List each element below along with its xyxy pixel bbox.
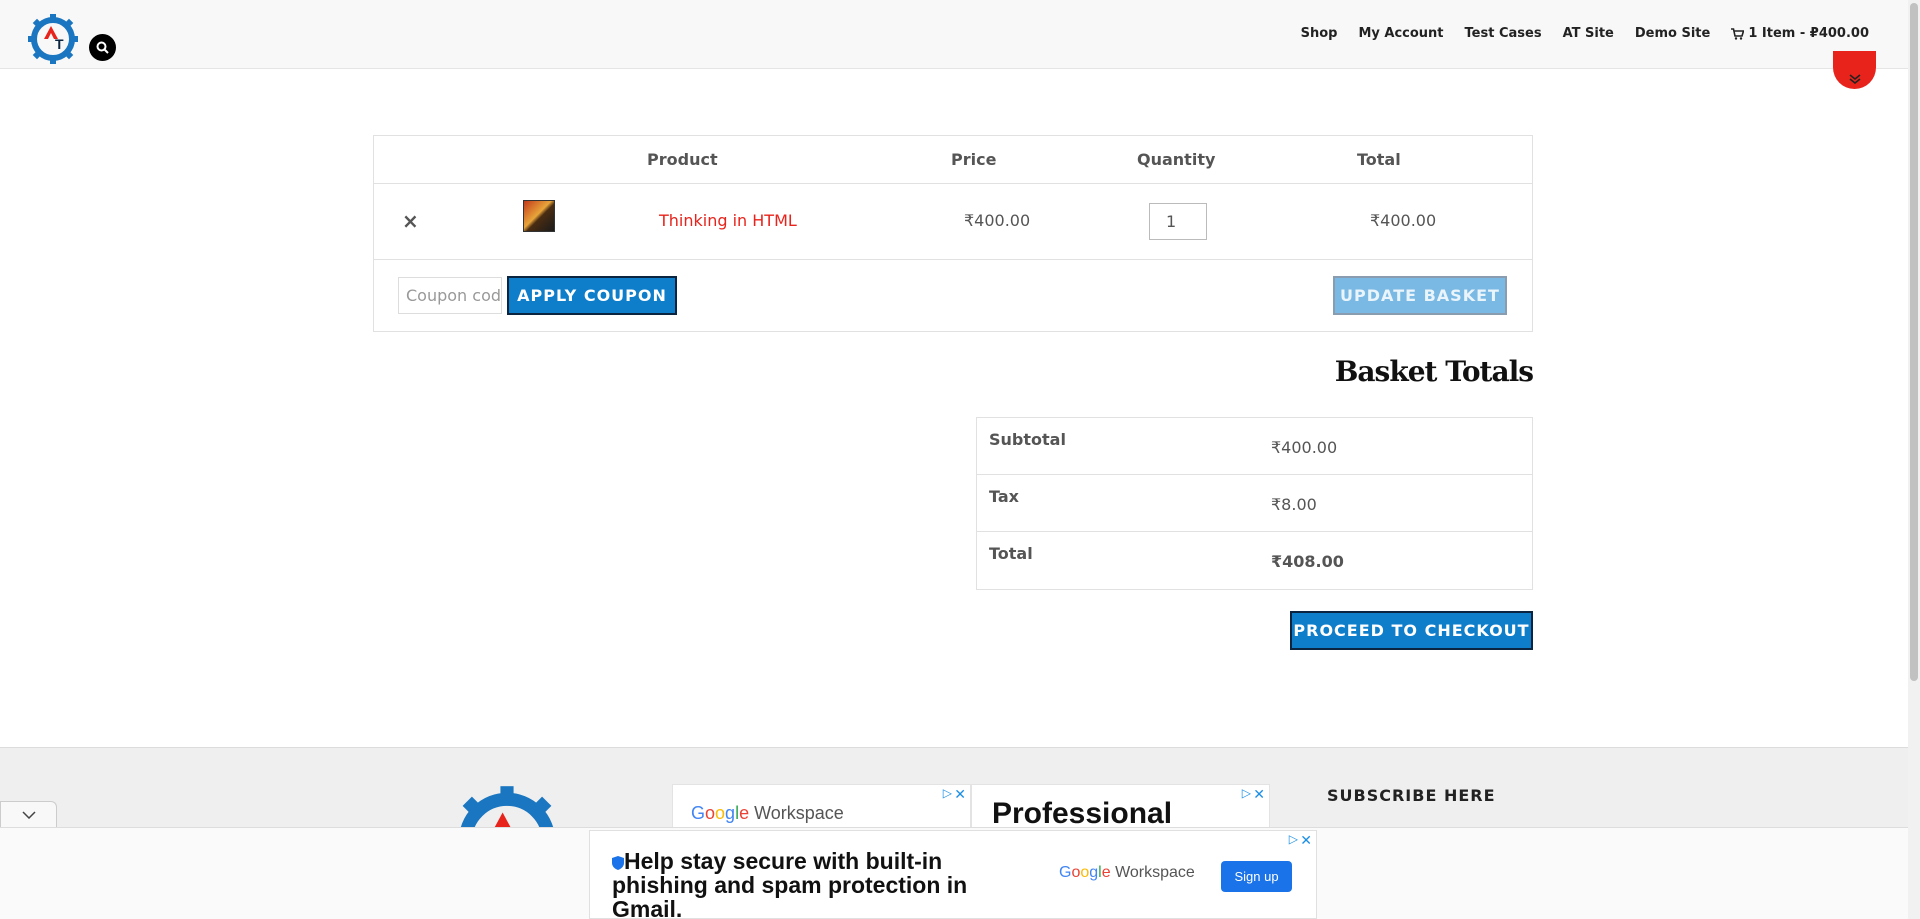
- double-chevron-down-icon: [1849, 74, 1860, 84]
- cart-summary: 1 Item - ₽400.00: [1748, 26, 1869, 41]
- column-product: Product: [647, 150, 718, 169]
- update-basket-button[interactable]: UPDATE BASKET: [1333, 276, 1507, 315]
- cart-table-header: Product Price Quantity Total: [374, 136, 1532, 184]
- column-quantity: Quantity: [1137, 150, 1216, 169]
- proceed-to-checkout-button[interactable]: PROCEED TO CHECKOUT: [1290, 611, 1533, 650]
- remove-item-button[interactable]: ×: [402, 209, 419, 233]
- nav-my-account[interactable]: My Account: [1358, 26, 1443, 41]
- anchor-ad-headline: Help stay secure with built-in phishing …: [612, 849, 1032, 919]
- total-value: ₹408.00: [1271, 552, 1344, 571]
- anchor-ad-headline-text: Help stay secure with built-in phishing …: [612, 848, 968, 919]
- page-scrollbar[interactable]: [1908, 0, 1920, 919]
- product-thumbnail[interactable]: [523, 200, 555, 232]
- footer-ad-workspace[interactable]: ▷ ✕ Google Workspace: [672, 784, 971, 829]
- scrollbar-thumb[interactable]: [1910, 3, 1918, 681]
- nav-shop[interactable]: Shop: [1301, 26, 1338, 41]
- nav-test-cases[interactable]: Test Cases: [1465, 26, 1542, 41]
- nav-cart[interactable]: 1 Item - ₽400.00: [1731, 26, 1869, 41]
- google-workspace-logo: Google Workspace: [691, 803, 844, 823]
- total-row: Total ₹408.00: [977, 532, 1532, 589]
- column-price: Price: [951, 150, 997, 169]
- subtotal-row: Subtotal ₹400.00: [977, 418, 1532, 475]
- sign-up-button[interactable]: Sign up: [1221, 861, 1292, 892]
- ad-close-icon[interactable]: ✕: [1300, 832, 1312, 849]
- cart-icon: [1731, 27, 1745, 40]
- search-icon: [96, 41, 109, 54]
- chevron-down-icon: [21, 811, 36, 819]
- subscribe-heading: SUBSCRIBE HERE: [1327, 786, 1496, 805]
- coupon-input[interactable]: [398, 277, 502, 314]
- item-total: ₹400.00: [1370, 211, 1437, 230]
- ad-close-icon[interactable]: ✕: [954, 786, 966, 803]
- ad-choices-icon[interactable]: ▷: [943, 786, 952, 800]
- ad-choices-icon[interactable]: ▷: [1242, 786, 1251, 800]
- basket-totals-title: Basket Totals: [1334, 355, 1534, 388]
- nav-demo-site[interactable]: Demo Site: [1635, 26, 1710, 41]
- apply-coupon-button[interactable]: APPLY COUPON: [507, 276, 677, 315]
- cart-actions: APPLY COUPON UPDATE BASKET: [374, 260, 1532, 331]
- anchor-ad-brand: Workspace: [1115, 864, 1195, 881]
- tax-value: ₹8.00: [1271, 495, 1317, 514]
- column-total: Total: [1357, 150, 1401, 169]
- tax-label: Tax: [989, 487, 1019, 506]
- footer-ad-professional[interactable]: ▷ ✕ Professional: [971, 784, 1270, 829]
- quantity-input[interactable]: [1149, 203, 1207, 240]
- tax-row: Tax ₹8.00: [977, 475, 1532, 532]
- scroll-toggle-button[interactable]: [1833, 51, 1876, 89]
- ad-choices-icon[interactable]: ▷: [1289, 832, 1298, 846]
- total-label: Total: [989, 544, 1033, 563]
- search-button[interactable]: [89, 34, 116, 61]
- subtotal-value: ₹400.00: [1271, 438, 1338, 457]
- ad-headline: Professional: [992, 797, 1173, 829]
- item-price: ₹400.00: [964, 211, 1031, 230]
- basket-totals-table: Subtotal ₹400.00 Tax ₹8.00 Total ₹408.00: [976, 417, 1533, 590]
- site-header: T Shop My Account Test Cases AT Site Dem…: [0, 0, 1908, 69]
- ad-collapse-toggle[interactable]: [0, 801, 57, 828]
- anchor-ad[interactable]: ▷ ✕ Help stay secure with built-in phish…: [589, 830, 1317, 919]
- cart-table: Product Price Quantity Total × Thinking …: [373, 135, 1533, 332]
- main-nav: Shop My Account Test Cases AT Site Demo …: [1301, 26, 1869, 41]
- ad-close-icon[interactable]: ✕: [1253, 786, 1265, 803]
- nav-at-site[interactable]: AT Site: [1563, 26, 1614, 41]
- product-name-link[interactable]: Thinking in HTML: [659, 211, 797, 230]
- cart-item-row: × Thinking in HTML ₹400.00 ₹400.00: [374, 184, 1532, 260]
- ad-brand-text: Workspace: [754, 803, 844, 823]
- subtotal-label: Subtotal: [989, 430, 1066, 449]
- site-logo[interactable]: T: [27, 13, 79, 65]
- svg-text:T: T: [55, 36, 64, 52]
- google-workspace-logo: Google Workspace: [1059, 864, 1195, 881]
- shield-icon: [612, 856, 624, 870]
